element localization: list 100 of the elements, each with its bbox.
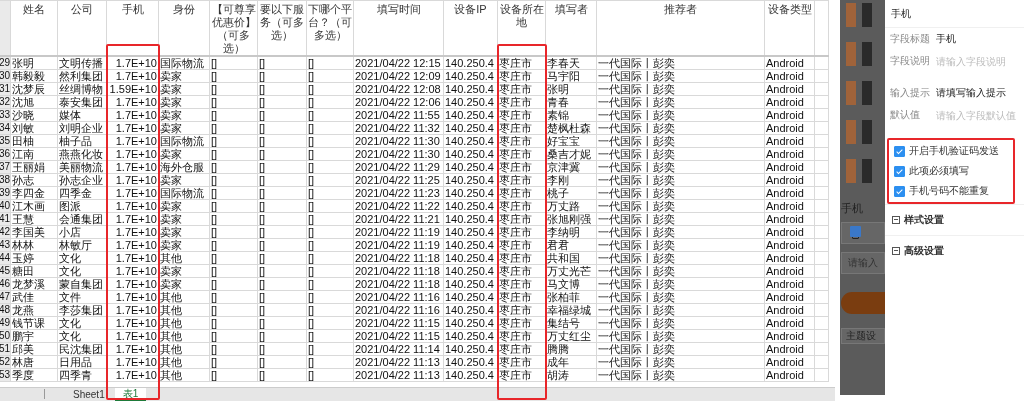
- table-cell: 李刚: [545, 173, 597, 187]
- row-number: 49: [0, 316, 11, 330]
- table-cell: []: [209, 303, 258, 317]
- checkbox[interactable]: [894, 185, 906, 197]
- table-cell: 田柚: [10, 134, 58, 148]
- table-cell: 林林: [10, 238, 58, 252]
- table-cell: 文化: [57, 316, 107, 330]
- table-cell: 2021/04/22 11:18: [353, 264, 444, 278]
- table-cell: 1.7E+10: [106, 121, 159, 135]
- table-cell: []: [209, 160, 258, 174]
- table-cell: []: [209, 199, 258, 213]
- row-number: 32: [0, 95, 11, 109]
- table-cell: 江木画: [10, 199, 58, 213]
- table-cell: 卖家: [158, 277, 210, 291]
- table-cell: []: [306, 329, 354, 343]
- table-cell: 一代国际丨彭奕: [596, 108, 765, 122]
- table-cell: 一代国际丨彭奕: [596, 199, 765, 213]
- table-cell: []: [306, 160, 354, 174]
- table-cell: []: [209, 173, 258, 187]
- expand-icon[interactable]: [892, 247, 901, 255]
- table-cell: 国际物流: [158, 186, 210, 200]
- table-cell: 其他: [158, 303, 210, 317]
- table-cell: []: [306, 316, 354, 330]
- table-cell: 卖家: [158, 82, 210, 96]
- table-cell: 枣庄市: [497, 251, 546, 265]
- table-cell: 140.250.4: [443, 368, 498, 382]
- table-cell: Android: [764, 238, 815, 252]
- table-cell: 2021/04/22 11:13: [353, 368, 444, 382]
- table-cell: Android: [764, 342, 815, 356]
- section-header[interactable]: 高级设置: [904, 244, 945, 258]
- table-cell: 卖家: [158, 238, 210, 252]
- table-cell: 媒体: [57, 108, 107, 122]
- table-cell: Android: [764, 95, 815, 109]
- table-cell: 其他: [158, 355, 210, 369]
- table-cell: 一代国际丨彭奕: [596, 290, 765, 304]
- table-cell: 枣庄市: [497, 186, 546, 200]
- column-header: 要以下服务（可多选）: [257, 0, 307, 56]
- row-number: 52: [0, 355, 11, 369]
- table-cell: 枣庄市: [497, 82, 546, 96]
- table-cell: 1.7E+10: [106, 303, 159, 317]
- row-number: 48: [0, 303, 11, 317]
- table-cell: []: [209, 108, 258, 122]
- table-cell: []: [209, 342, 258, 356]
- table-cell: 小店: [57, 225, 107, 239]
- table-cell: 枣庄市: [497, 160, 546, 174]
- table-cell: 枣庄市: [497, 69, 546, 83]
- table-cell: []: [209, 238, 258, 252]
- table-cell: []: [257, 95, 307, 109]
- table-cell: 1.7E+10: [106, 238, 159, 252]
- table-cell: 一代国际丨彭奕: [596, 277, 765, 291]
- table-cell: []: [257, 82, 307, 96]
- row-number: 39: [0, 186, 11, 200]
- table-cell: 1.7E+10: [106, 225, 159, 239]
- table-cell: []: [306, 251, 354, 265]
- table-cell: 沈旭: [10, 95, 58, 109]
- table-cell: []: [209, 316, 258, 330]
- table-cell: 一代国际丨彭奕: [596, 121, 765, 135]
- table-cell: 2021/04/22 12:06: [353, 95, 444, 109]
- table-cell: []: [257, 173, 307, 187]
- table-cell: 140.250.4: [443, 251, 498, 265]
- table-cell: 140.250.4: [443, 329, 498, 343]
- table-cell: 1.7E+10: [106, 342, 159, 356]
- submit-button[interactable]: [841, 292, 886, 314]
- checkbox[interactable]: [894, 145, 906, 157]
- table-cell: 卖家: [158, 212, 210, 226]
- table-cell: []: [306, 147, 354, 161]
- table-cell: Android: [764, 368, 815, 382]
- table-cell: 1.7E+10: [106, 95, 159, 109]
- column-header: 手机: [106, 0, 159, 56]
- checkbox[interactable]: [894, 165, 906, 177]
- row-number: 40: [0, 199, 11, 213]
- table-cell: 140.250.4: [443, 108, 498, 122]
- table-cell: 王丽娟: [10, 160, 58, 174]
- table-cell: 枣庄市: [497, 316, 546, 330]
- table-cell: 京津冀: [545, 160, 597, 174]
- table-cell: []: [257, 290, 307, 304]
- section-header[interactable]: 样式设置: [904, 213, 945, 227]
- table-cell: Android: [764, 303, 815, 317]
- photo-placeholder: [862, 120, 873, 144]
- table-cell: 140.250.4: [443, 160, 498, 174]
- table-cell: []: [306, 355, 354, 369]
- expand-icon[interactable]: [892, 216, 901, 224]
- table-cell: []: [257, 134, 307, 148]
- table-cell: 卖家: [158, 95, 210, 109]
- table-cell: []: [209, 121, 258, 135]
- table-cell: []: [209, 290, 258, 304]
- table-cell: 卖家: [158, 173, 210, 187]
- table-cell: 2021/04/22 11:15: [353, 316, 444, 330]
- table-cell: 国际物流: [158, 56, 210, 70]
- table-cell: 140.250.4: [443, 290, 498, 304]
- table-cell: 140.250.4: [443, 303, 498, 317]
- table-cell: 孙志企业: [57, 173, 107, 187]
- table-cell: 美丽物流: [57, 160, 107, 174]
- table-cell: 一代国际丨彭奕: [596, 303, 765, 317]
- table-cell: []: [257, 342, 307, 356]
- table-cell: 其他: [158, 290, 210, 304]
- table-cell: 140.250.4: [443, 134, 498, 148]
- table-cell: 文化: [57, 264, 107, 278]
- table-cell: []: [209, 264, 258, 278]
- table-cell: 1.7E+10: [106, 212, 159, 226]
